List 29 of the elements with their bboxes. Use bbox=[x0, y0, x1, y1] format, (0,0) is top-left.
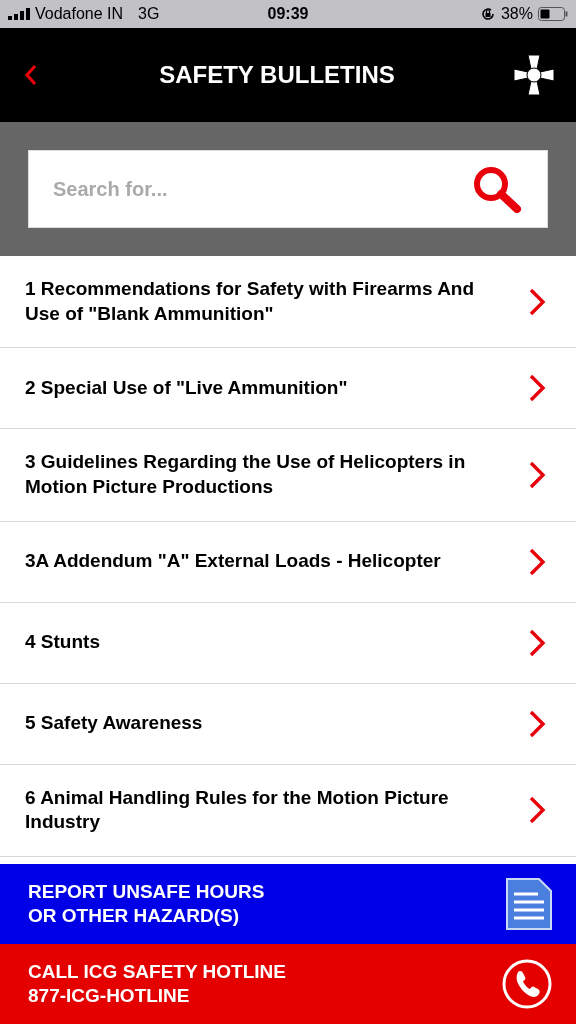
chevron-icon bbox=[528, 795, 546, 826]
chevron-icon bbox=[528, 546, 546, 577]
signal-icon bbox=[8, 8, 30, 20]
back-icon bbox=[24, 64, 38, 86]
bulletin-item[interactable]: 3 Guidelines Regarding the Use of Helicopters in Motion Picture Productions bbox=[0, 429, 576, 522]
chevron-icon bbox=[528, 286, 546, 317]
bulletin-item[interactable]: 1 Recommendations for Safety with Firearms And Use of "Blank Ammunition" bbox=[0, 256, 576, 349]
bulletin-item[interactable]: 5 Safety Awareness bbox=[0, 683, 576, 765]
cross-emblem-icon bbox=[512, 53, 556, 97]
hotline-button[interactable]: CALL ICG SAFETY HOTLINE 877-ICG-HOTLINE bbox=[0, 944, 576, 1024]
chevron-icon bbox=[528, 460, 546, 491]
battery-icon bbox=[538, 7, 568, 21]
rotation-lock-icon bbox=[479, 6, 496, 22]
status-time: 09:39 bbox=[267, 5, 309, 23]
network-type: 3G bbox=[138, 5, 160, 23]
bulletin-item[interactable]: 4 Stunts bbox=[0, 602, 576, 684]
phone-icon bbox=[502, 959, 552, 1009]
report-button[interactable]: REPORT UNSAFE HOURS OR OTHER HAZARD(S) bbox=[0, 864, 576, 944]
carrier-name: Vodafone IN bbox=[35, 5, 124, 23]
chevron-icon bbox=[528, 708, 546, 739]
bulletin-item[interactable]: 2 Special Use of "Live Ammunition" bbox=[0, 348, 576, 430]
chevron-icon bbox=[528, 627, 546, 658]
page-title: SAFETY BULLETINS bbox=[158, 61, 396, 89]
chevron-icon bbox=[528, 373, 546, 404]
search-box[interactable]: Search for... bbox=[28, 150, 548, 228]
document-icon bbox=[506, 878, 552, 930]
battery-percent: 38% bbox=[500, 5, 533, 23]
bulletin-item[interactable]: 6 Animal Handling Rules for the Motion Picture Industry bbox=[0, 764, 576, 858]
bulletin-item[interactable]: 3A Addendum "A" External Loads - Helicopter bbox=[0, 521, 576, 603]
